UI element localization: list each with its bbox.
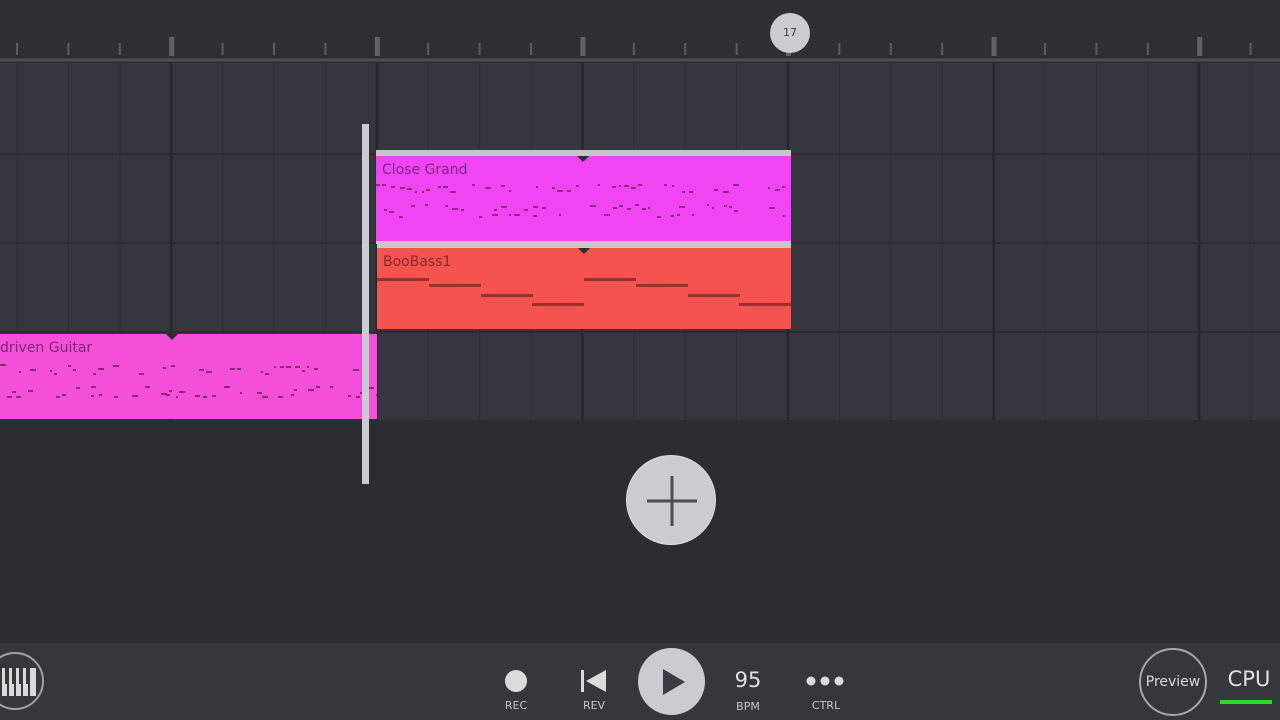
piano-roll-button[interactable] [0, 652, 44, 710]
play-button[interactable] [638, 648, 705, 715]
note-preview [0, 364, 377, 398]
record-icon [505, 670, 527, 692]
add-track-button[interactable] [626, 455, 716, 545]
timeline-ruler[interactable]: 17 [0, 0, 1280, 62]
tempo-label: BPM [736, 700, 760, 713]
ruler-ticks [0, 37, 1280, 62]
note-preview [377, 278, 791, 306]
piano-keys-icon [2, 668, 36, 696]
bar-marker-badge[interactable]: 17 [770, 13, 810, 53]
transport-toolbar: REC REV 95 BPM CTRL Preview CPU [0, 643, 1280, 720]
preview-button[interactable]: Preview [1139, 648, 1207, 716]
tempo-value[interactable]: 95 [718, 668, 778, 692]
record-label: REC [504, 699, 528, 712]
controls-button[interactable] [802, 663, 848, 699]
pattern-clip-close-grand[interactable]: Close Grand [376, 150, 791, 244]
cpu-meter-fill [1220, 700, 1272, 704]
pattern-clip-driven-guitar[interactable]: driven Guitar [0, 334, 377, 419]
skip-back-icon [581, 670, 606, 692]
pattern-clip-boobass[interactable]: BooBass1 [377, 243, 791, 329]
rewind-label: REV [582, 699, 606, 712]
cpu-meter [1220, 700, 1272, 704]
play-icon [663, 669, 685, 695]
cpu-label: CPU [1227, 667, 1271, 691]
more-dots-icon [806, 676, 844, 686]
record-button[interactable] [496, 659, 538, 703]
playhead[interactable] [362, 124, 369, 484]
plus-icon [647, 476, 697, 526]
note-preview [376, 184, 785, 218]
controls-label: CTRL [811, 699, 841, 712]
rewind-button[interactable] [574, 659, 616, 703]
playlist-grid[interactable]: Close Grand BooBass1 driven Guitar [0, 62, 1280, 484]
